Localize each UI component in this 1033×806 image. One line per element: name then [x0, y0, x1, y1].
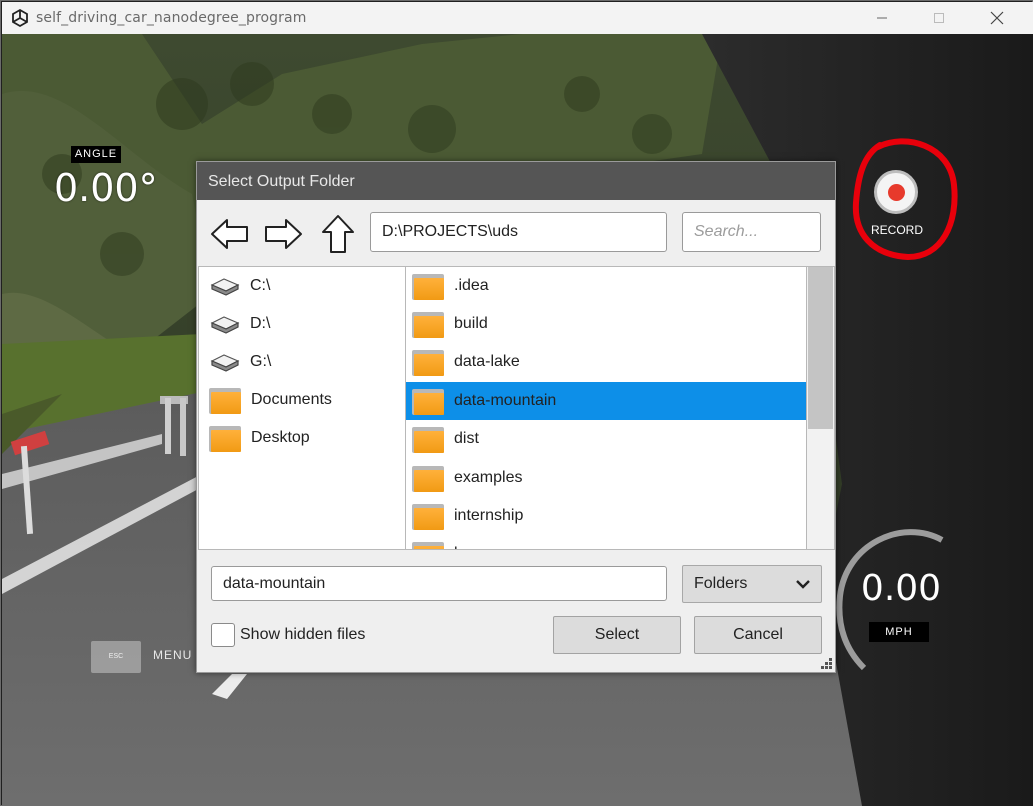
angle-value: 0.00°	[54, 166, 158, 210]
folder-icon	[412, 310, 444, 338]
record-dot-icon	[887, 183, 905, 201]
folder-icon	[209, 424, 241, 452]
folder-label: dist	[454, 430, 479, 447]
list-item[interactable]: .idea	[406, 267, 806, 305]
minimize-button[interactable]	[859, 2, 905, 34]
dialog-footer: data-mountain Folders Show hidden files …	[197, 550, 835, 672]
folder-icon	[412, 464, 444, 492]
folder-icon	[412, 425, 444, 453]
dialog-title: Select Output Folder	[208, 173, 355, 190]
show-hidden-label: Show hidden files	[240, 626, 366, 643]
minimize-icon	[877, 17, 887, 19]
sidebar-item-documents[interactable]: Documents	[199, 381, 405, 419]
resize-grip-icon[interactable]	[819, 656, 833, 670]
title-bar[interactable]: self_driving_car_nanodegree_program	[2, 2, 1033, 34]
folder-list: .idea build data-lake data-mountain dist…	[405, 266, 807, 550]
navigation-bar: D:\PROJECTS\uds Search...	[197, 200, 835, 266]
esc-key-button[interactable]: ESC	[91, 641, 141, 673]
unity-logo-icon	[12, 8, 28, 28]
list-item[interactable]: build	[406, 305, 806, 343]
file-type-select[interactable]: Folders	[682, 565, 822, 603]
drive-icon	[210, 316, 240, 334]
window-title: self_driving_car_nanodegree_program	[36, 10, 307, 26]
drive-item-d[interactable]: D:\	[199, 305, 405, 343]
folder-icon	[412, 540, 444, 549]
sidebar-item-label: Desktop	[251, 429, 310, 446]
folder-icon	[209, 386, 241, 414]
folder-label: data-mountain	[454, 392, 557, 409]
scrollbar-thumb[interactable]	[808, 267, 833, 429]
speed-value: 0.00	[860, 568, 942, 609]
folder-icon	[412, 348, 444, 376]
maximize-button[interactable]	[916, 2, 962, 34]
sidebar-item-label: Documents	[251, 391, 332, 408]
angle-label: ANGLE	[71, 146, 121, 163]
drives-pane: C:\ D:\ G:\ Documents Desktop	[198, 266, 405, 550]
drive-icon	[210, 354, 240, 372]
folder-label: .idea	[454, 277, 489, 294]
show-hidden-checkbox[interactable]	[211, 623, 235, 647]
dialog-header[interactable]: Select Output Folder	[197, 162, 835, 200]
folder-icon	[412, 272, 444, 300]
cancel-button[interactable]: Cancel	[694, 616, 822, 654]
select-folder-dialog: Select Output Folder D:\PROJECTS\uds Sea…	[196, 161, 836, 673]
folder-label: build	[454, 315, 488, 332]
speed-unit: MPH	[869, 622, 929, 642]
close-button[interactable]	[974, 2, 1020, 34]
app-window: self_driving_car_nanodegree_program ANGL…	[0, 0, 1033, 806]
right-arrow-icon[interactable]	[262, 214, 304, 254]
list-item[interactable]: internship	[406, 497, 806, 535]
list-item[interactable]: examples	[406, 459, 806, 497]
folder-icon	[412, 502, 444, 530]
drive-label: C:\	[250, 277, 271, 294]
folder-label: data-lake	[454, 353, 520, 370]
folder-list-scrollbar[interactable]	[807, 266, 835, 550]
list-item-selected[interactable]: data-mountain	[406, 382, 806, 420]
maximize-icon	[934, 13, 944, 23]
folder-name-input[interactable]: data-mountain	[211, 566, 667, 601]
record-button[interactable]	[874, 170, 918, 214]
chevron-down-icon	[796, 580, 810, 589]
list-item[interactable]: l	[406, 535, 806, 549]
folder-label: examples	[454, 469, 523, 486]
folder-label: internship	[454, 507, 524, 524]
list-item[interactable]: data-lake	[406, 343, 806, 381]
search-input[interactable]: Search...	[682, 212, 821, 252]
menu-label: MENU	[153, 648, 193, 662]
drive-icon	[210, 278, 240, 296]
drive-item-g[interactable]: G:\	[199, 343, 405, 381]
sidebar-item-desktop[interactable]: Desktop	[199, 419, 405, 457]
record-label: RECORD	[870, 223, 923, 237]
drive-item-c[interactable]: C:\	[199, 267, 405, 305]
path-input[interactable]: D:\PROJECTS\uds	[370, 212, 667, 252]
file-type-value: Folders	[694, 575, 748, 592]
folder-icon	[412, 387, 444, 415]
left-arrow-icon[interactable]	[209, 214, 251, 254]
up-arrow-icon[interactable]	[317, 214, 359, 254]
close-icon	[990, 11, 1004, 25]
select-button[interactable]: Select	[553, 616, 681, 654]
drive-label: G:\	[250, 353, 272, 370]
drive-label: D:\	[250, 315, 271, 332]
list-item[interactable]: dist	[406, 420, 806, 458]
